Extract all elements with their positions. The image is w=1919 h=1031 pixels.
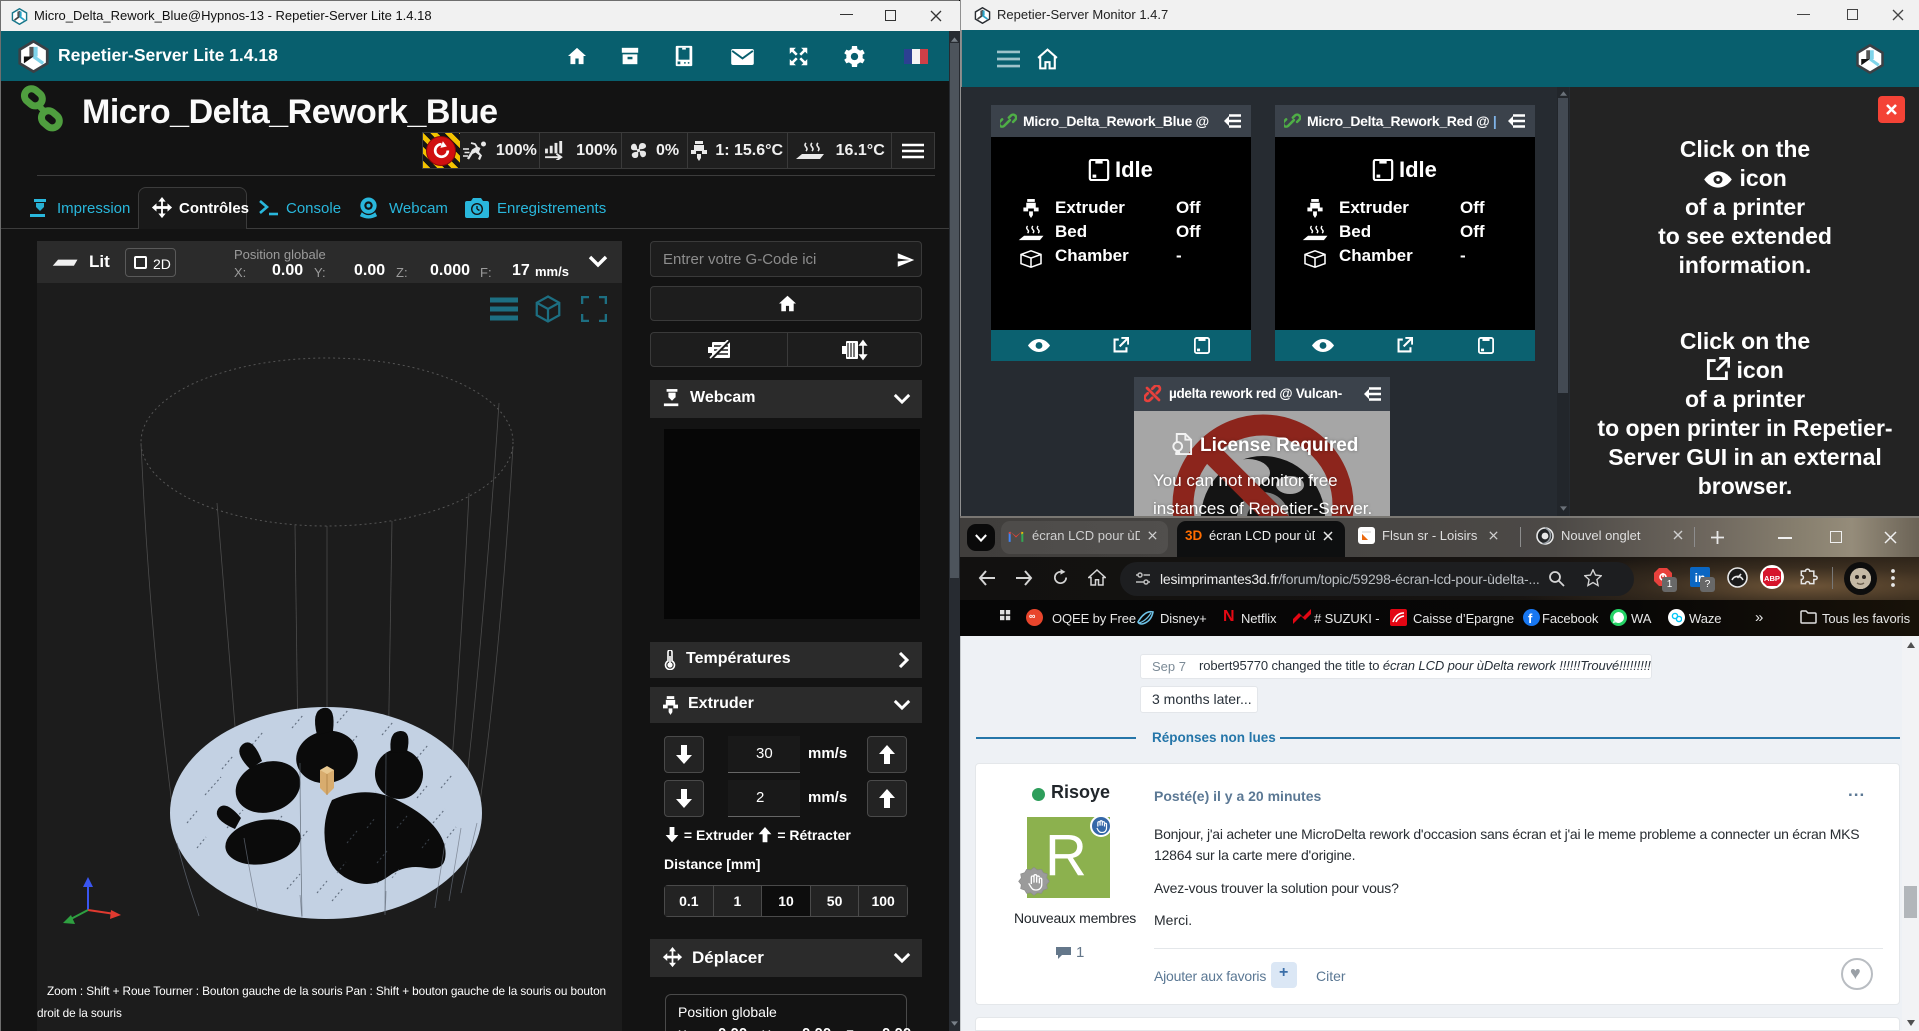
svg-text:ABP: ABP xyxy=(1764,574,1780,583)
